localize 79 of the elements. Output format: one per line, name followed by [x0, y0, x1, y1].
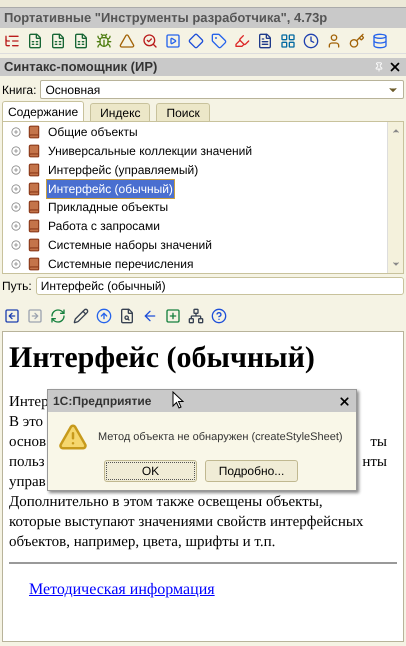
- bug-icon[interactable]: [96, 32, 112, 48]
- body-text: В это: [9, 413, 44, 432]
- tree-item[interactable]: Системные наборы значений: [47, 236, 213, 254]
- body-text: нты: [362, 453, 387, 472]
- expand-icon[interactable]: [11, 202, 21, 212]
- up-icon[interactable]: [96, 308, 112, 324]
- book-icon: [27, 219, 41, 234]
- tree-item[interactable]: Работа с запросами: [47, 217, 161, 236]
- help-icon[interactable]: [211, 308, 227, 324]
- book-icon: [27, 125, 41, 140]
- tag-icon[interactable]: [211, 32, 227, 48]
- search-icon[interactable]: [119, 308, 135, 324]
- book-icon: [27, 162, 41, 177]
- tree-item[interactable]: Общие объекты: [47, 123, 139, 142]
- field-label: Книга:: [2, 82, 36, 98]
- body-text: объектов, например, цвета, шрифты и т.п.: [9, 533, 276, 552]
- expand-icon[interactable]: [11, 258, 21, 269]
- body-text: ты: [370, 433, 387, 452]
- table-icon[interactable]: [73, 32, 89, 48]
- play-icon[interactable]: [165, 32, 181, 48]
- tree-item[interactable]: Прикладные объекты: [47, 198, 170, 216]
- tab[interactable]: Содержание: [2, 101, 84, 121]
- refresh-icon[interactable]: [50, 308, 66, 324]
- tab[interactable]: Поиск: [156, 103, 210, 121]
- key-icon[interactable]: [349, 32, 365, 48]
- grid-icon[interactable]: [280, 32, 296, 48]
- book-icon: [27, 182, 41, 196]
- body-text: польз: [9, 453, 45, 472]
- panel-title: Синтакс-помощник (ИР): [4, 58, 158, 76]
- dialog-button[interactable]: OK: [104, 460, 197, 482]
- triangle-icon[interactable]: [119, 32, 135, 48]
- link[interactable]: Методическая информация: [29, 581, 215, 598]
- book-icon: [27, 256, 41, 271]
- book-icon: [27, 238, 41, 252]
- book-dropdown[interactable]: Основная: [40, 80, 404, 99]
- dialog-button[interactable]: Подробно...: [205, 460, 298, 482]
- warning-icon: [58, 422, 88, 452]
- body-text: Интер: [9, 393, 49, 412]
- expand-icon[interactable]: [11, 164, 21, 175]
- path-field[interactable]: Интерфейс (обычный): [36, 277, 404, 295]
- database-icon[interactable]: [372, 32, 388, 48]
- expand-icon[interactable]: [11, 146, 21, 156]
- add-icon[interactable]: [165, 308, 181, 324]
- body-text: основ: [9, 433, 46, 452]
- tree-item[interactable]: Интерфейс (управляемый): [47, 160, 200, 179]
- article-heading: Интерфейс (обычный): [9, 340, 316, 376]
- list-icon[interactable]: [4, 32, 20, 48]
- highlighter-icon[interactable]: [234, 32, 250, 48]
- book-icon: [27, 144, 41, 158]
- table-icon[interactable]: [27, 32, 43, 48]
- expand-icon[interactable]: [11, 240, 21, 250]
- clock-icon[interactable]: [303, 32, 319, 48]
- tree-icon[interactable]: [188, 308, 204, 324]
- body-text: управ: [9, 473, 46, 492]
- field-label: Путь:: [2, 278, 32, 295]
- dialog-title: 1С:Предприятие: [53, 393, 152, 410]
- search-icon[interactable]: [142, 32, 158, 48]
- tree-item[interactable]: Универсальные коллекции значений: [47, 142, 254, 160]
- window-title: Портативные "Инструменты разработчика", 4.73p: [0, 8, 406, 28]
- expand-icon[interactable]: [11, 127, 21, 138]
- tree-item[interactable]: Интерфейс (обычный): [47, 180, 174, 198]
- expand-icon[interactable]: [11, 221, 21, 232]
- tab[interactable]: Индекс: [90, 103, 150, 121]
- tree-item[interactable]: Системные перечисления: [47, 254, 194, 273]
- book-icon: [27, 200, 41, 214]
- user-icon[interactable]: [326, 32, 342, 48]
- body-text: которые выступают значениями свойств интерфейсных: [9, 513, 364, 532]
- close-icon[interactable]: [388, 60, 402, 74]
- scrollbar[interactable]: [387, 122, 403, 273]
- table-icon[interactable]: [50, 32, 66, 48]
- close-icon[interactable]: [338, 394, 351, 408]
- expand-icon[interactable]: [11, 184, 21, 194]
- dialog-message: Метод объекта не обнаружен (createStyleSheet): [98, 430, 343, 445]
- back-icon[interactable]: [4, 308, 20, 324]
- edit-icon[interactable]: [73, 308, 89, 324]
- diamond-icon[interactable]: [188, 32, 204, 48]
- body-text: Дополнительно в этом также освещены объекты,: [9, 493, 323, 512]
- cursor-icon: [172, 391, 184, 409]
- document-icon[interactable]: [257, 32, 273, 48]
